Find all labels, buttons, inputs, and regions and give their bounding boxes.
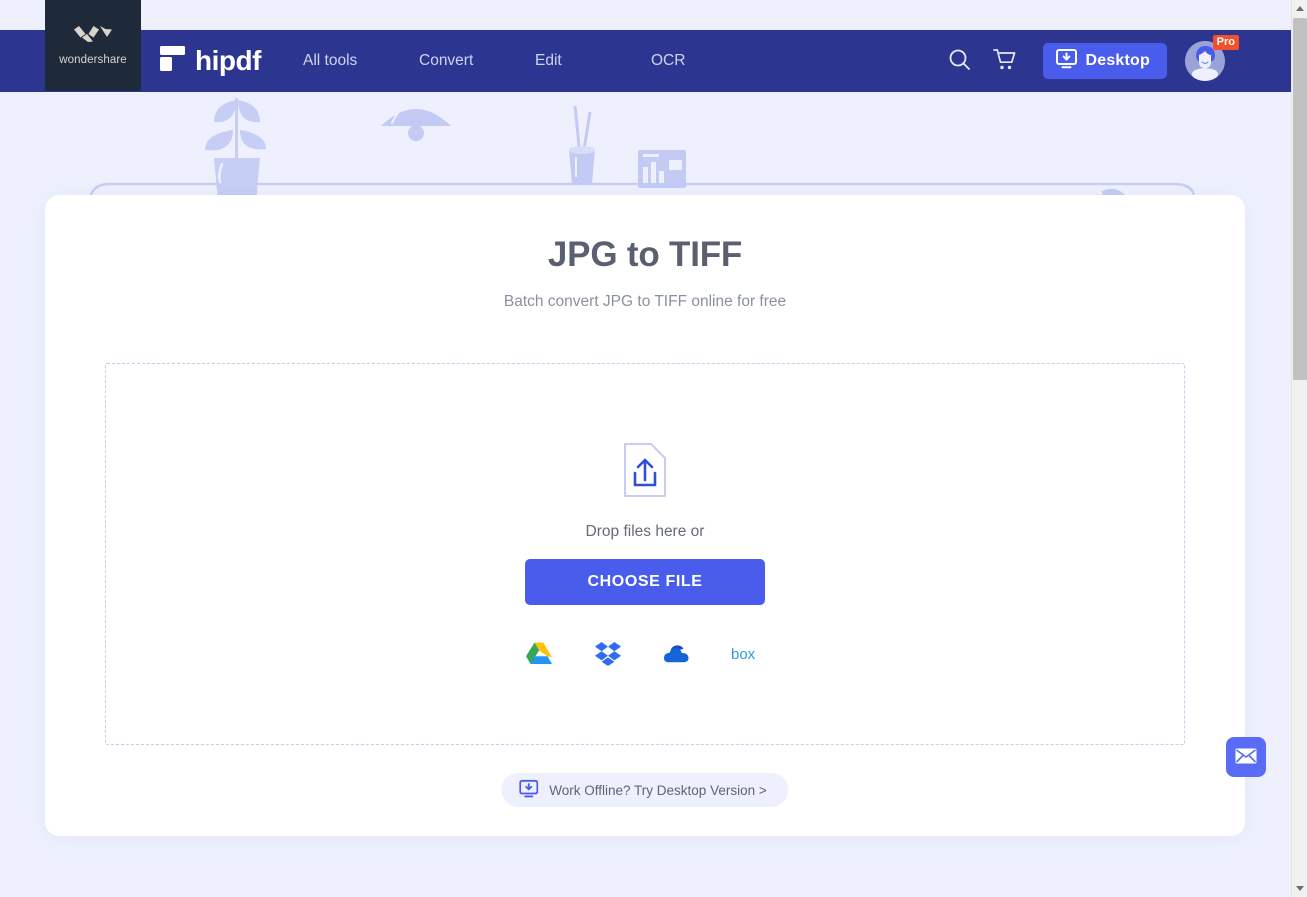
- file-dropzone[interactable]: Drop files here or CHOOSE FILE box: [105, 363, 1185, 745]
- contact-support-button[interactable]: [1226, 737, 1266, 777]
- nav-link-convert[interactable]: Convert: [419, 52, 535, 70]
- file-upload-icon: [622, 442, 668, 503]
- wondershare-label: wondershare: [59, 53, 127, 66]
- work-offline-label: Work Offline? Try Desktop Version >: [549, 782, 767, 798]
- primary-nav: All tools Convert Edit OCR: [303, 52, 685, 70]
- shopping-cart-icon: [993, 48, 1017, 74]
- scroll-down-arrow-icon[interactable]: [1292, 880, 1307, 897]
- wondershare-logo-block[interactable]: wondershare: [45, 0, 141, 91]
- box-icon[interactable]: box: [729, 641, 769, 667]
- page-subtitle: Batch convert JPG to TIFF online for fre…: [503, 293, 787, 310]
- top-navigation-bar: hipdf All tools Convert Edit OCR Desktop…: [0, 30, 1291, 92]
- work-offline-button[interactable]: Work Offline? Try Desktop Version >: [501, 773, 789, 807]
- vertical-scrollbar[interactable]: [1291, 0, 1307, 897]
- nav-right-cluster: Desktop Pro: [936, 35, 1239, 84]
- cloud-sources-row: box: [522, 641, 769, 667]
- dropzone-hint-text: Drop files here or: [585, 522, 705, 540]
- download-to-monitor-icon: [1056, 48, 1078, 74]
- svg-text:box: box: [731, 646, 756, 663]
- avatar[interactable]: Pro: [1185, 35, 1239, 81]
- desktop-button-label: Desktop: [1085, 52, 1150, 69]
- hipdf-mark-icon: [160, 45, 186, 77]
- pro-badge: Pro: [1212, 35, 1239, 50]
- app-root: hipdf All tools Convert Edit OCR Desktop…: [0, 0, 1307, 897]
- hipdf-wordmark: hipdf: [195, 45, 261, 76]
- envelope-icon: [1235, 748, 1257, 767]
- onedrive-icon[interactable]: [660, 641, 694, 667]
- download-to-monitor-icon: [519, 779, 539, 801]
- cart-button[interactable]: [982, 38, 1028, 84]
- tool-card: JPG to TIFF Batch convert JPG to TIFF on…: [45, 195, 1245, 836]
- nav-link-ocr[interactable]: OCR: [651, 52, 685, 70]
- page-title: JPG to TIFF: [547, 235, 743, 274]
- scrollbar-thumb[interactable]: [1293, 18, 1307, 380]
- google-drive-icon[interactable]: [522, 641, 556, 667]
- scroll-up-arrow-icon[interactable]: [1292, 0, 1307, 17]
- desktop-download-button[interactable]: Desktop: [1043, 43, 1167, 79]
- dropbox-icon[interactable]: [591, 641, 625, 667]
- nav-link-all-tools[interactable]: All tools: [303, 52, 419, 70]
- search-icon: [948, 48, 971, 74]
- search-button[interactable]: [936, 38, 982, 84]
- wondershare-w-logo-icon: [74, 25, 112, 47]
- nav-link-edit[interactable]: Edit: [535, 52, 651, 70]
- choose-file-button[interactable]: CHOOSE FILE: [525, 558, 765, 605]
- hipdf-brand[interactable]: hipdf: [160, 45, 261, 77]
